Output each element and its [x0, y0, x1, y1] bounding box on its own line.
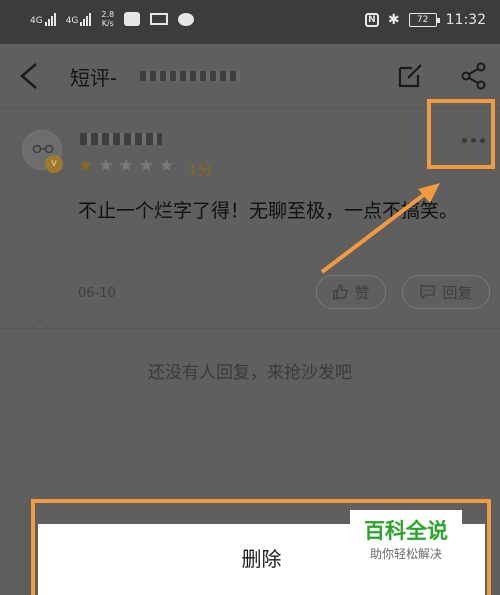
comment-card: V ★ ★ ★ ★ ★ 1分 不止一个烂字了得！无聊至极，一点不搞笑。 06-1… — [0, 108, 500, 338]
status-bar: 4G 4G 2.8 K/s N ✱ 72 11:32 — [0, 0, 500, 44]
clock: 11:32 — [445, 12, 486, 28]
chat-bubble-icon — [420, 285, 436, 300]
watermark-subtitle: 助你轻松解决 — [369, 547, 442, 561]
star-icon: ★ — [159, 156, 175, 176]
star-icon: ★ — [138, 156, 154, 176]
vip-badge: V — [45, 155, 63, 173]
speed-value: 2.8 — [101, 10, 115, 19]
nfc-icon: N — [364, 13, 379, 27]
reply-button[interactable]: 回复 — [402, 275, 490, 309]
network-type-2: 4G — [65, 15, 79, 26]
like-label: 赞 — [354, 283, 370, 302]
comment-text: 不止一个烂字了得！无聊至极，一点不搞笑。 — [78, 200, 459, 222]
rating-score: 1分 — [188, 161, 213, 179]
mail-icon — [150, 13, 169, 25]
rating-stars: ★ ★ ★ ★ ★ — [78, 158, 174, 175]
reply-label: 回复 — [442, 283, 473, 302]
share-icon[interactable] — [460, 62, 488, 90]
like-button[interactable]: 赞 — [316, 275, 386, 309]
signal-1: 4G — [30, 12, 56, 26]
network-speed: 2.8 K/s — [101, 10, 114, 28]
highlight-more-box — [427, 99, 495, 169]
comment-date: 06-10 — [78, 286, 116, 301]
network-type-1: 4G — [30, 15, 43, 26]
divider — [0, 328, 500, 329]
page-title: 短评- — [70, 66, 118, 90]
battery-level: 72 — [416, 15, 429, 25]
signal-bars-icon — [80, 12, 92, 26]
star-icon: ★ — [98, 156, 114, 176]
app-notification-icon — [124, 12, 141, 26]
back-arrow-icon[interactable] — [18, 62, 40, 90]
status-left: 4G 4G 2.8 K/s — [30, 10, 195, 28]
signal-2: 4G — [65, 12, 92, 26]
star-icon: ★ — [118, 156, 134, 176]
battery-icon: 72 — [408, 13, 440, 27]
avatar-glasses-icon — [32, 145, 54, 153]
empty-replies-tip: 还没有人回复，来抢沙发吧 — [148, 363, 352, 383]
status-right: N ✱ 72 11:32 — [364, 12, 486, 28]
chat-icon — [178, 12, 195, 26]
watermark-title: 百科全说 — [364, 519, 448, 543]
title-redacted — [140, 71, 240, 81]
bluetooth-icon: ✱ — [387, 12, 400, 28]
signal-bars-icon — [44, 12, 56, 26]
username-redacted[interactable] — [80, 133, 162, 145]
edit-icon[interactable] — [396, 62, 424, 90]
watermark-logo: 百科全说 助你轻松解决 — [350, 510, 462, 572]
thumbs-up-icon — [333, 284, 349, 300]
reply-notch — [31, 320, 49, 338]
speed-unit: K/s — [101, 19, 114, 28]
nav-header: 短评- — [0, 44, 500, 108]
star-icon: ★ — [78, 156, 94, 176]
